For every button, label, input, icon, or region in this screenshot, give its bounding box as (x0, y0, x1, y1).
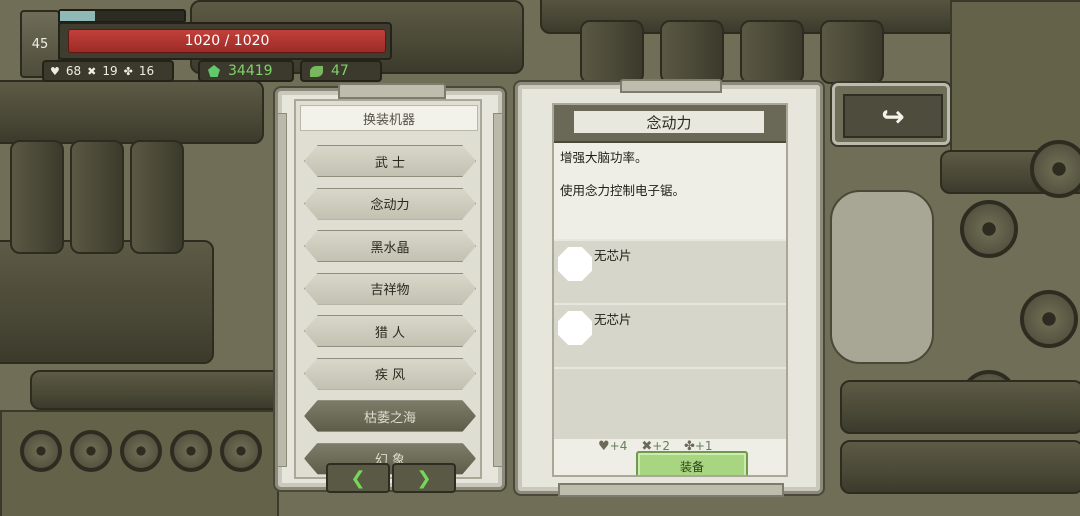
back-button[interactable]: ↪ (832, 83, 950, 145)
mech-name-title: 念动力 (574, 111, 764, 133)
mech-item-gale[interactable]: 疾 风 (304, 357, 476, 390)
gem-icon (208, 65, 220, 77)
empty-chip-icon (558, 247, 592, 281)
gem-count: 34419 (228, 63, 273, 79)
mech-item-withered-sea[interactable]: 枯萎之海 (304, 400, 476, 432)
chip-slot-1[interactable]: 无芯片 (554, 239, 786, 303)
parts-counter: 47 (300, 60, 382, 82)
chip-slot-2[interactable]: 无芯片 (554, 303, 786, 367)
clover-icon: ✤ (123, 64, 133, 78)
heart-icon: ♥ (598, 439, 610, 454)
player-stats: ♥ 68 ✖ 19 ✤ 16 (42, 60, 174, 82)
empty-chip-icon (558, 311, 592, 345)
chevron-right-icon: ❯ (416, 467, 432, 489)
mech-select-panel: 换装机器 武 士 念动力 黑水晶 吉祥物 猎 人 疾 风 枯萎之海 幻 象 ❮ … (275, 83, 505, 493)
stat-cross-value: 19 (102, 64, 118, 78)
mech-item-psychokinesis[interactable]: 念动力 (304, 187, 476, 220)
hp-bar: 1020 / 1020 (68, 29, 386, 53)
mech-item-hunter[interactable]: 猎 人 (304, 315, 476, 347)
stat-clover-value: 16 (138, 64, 155, 78)
back-arrow-icon: ↪ (881, 99, 905, 133)
equip-button[interactable]: 装备 (636, 451, 748, 475)
hp-frame: 1020 / 1020 (58, 22, 392, 60)
chip-slot-empty-area (554, 367, 786, 439)
prev-page-button[interactable]: ❮ (326, 463, 390, 493)
chip-slot-label: 无芯片 (594, 312, 632, 327)
heart-icon: ♥ (50, 64, 60, 78)
mech-item-mascot[interactable]: 吉祥物 (304, 272, 476, 305)
bonus-heart: +4 (609, 439, 628, 453)
chevron-left-icon: ❮ (350, 467, 366, 489)
mech-list: 武 士 念动力 黑水晶 吉祥物 猎 人 疾 风 枯萎之海 幻 象 (304, 145, 476, 485)
parts-count: 47 (331, 63, 349, 79)
mech-description: 增强大脑功率。 使用念力控制电子锯。 (560, 149, 782, 215)
stat-heart-value: 68 (65, 64, 82, 78)
mech-item-black-crystal[interactable]: 黑水晶 (304, 230, 476, 262)
mech-item-warrior[interactable]: 武 士 (304, 145, 476, 177)
xp-bar (58, 9, 186, 23)
next-page-button[interactable]: ❯ (392, 463, 456, 493)
panel-title: 换装机器 (300, 105, 478, 131)
chip-slot-label: 无芯片 (594, 248, 632, 263)
description-line-1: 增强大脑功率。 (560, 150, 648, 165)
description-line-2: 使用念力控制电子锯。 (560, 183, 686, 198)
leaf-icon (310, 65, 323, 77)
cross-icon: ✖ (87, 64, 97, 78)
mech-detail-panel: 念动力 增强大脑功率。 使用念力控制电子锯。 无芯片 无芯片 ♥+4 ✖+2 ✤… (515, 79, 823, 497)
gem-counter: 34419 (198, 60, 294, 82)
